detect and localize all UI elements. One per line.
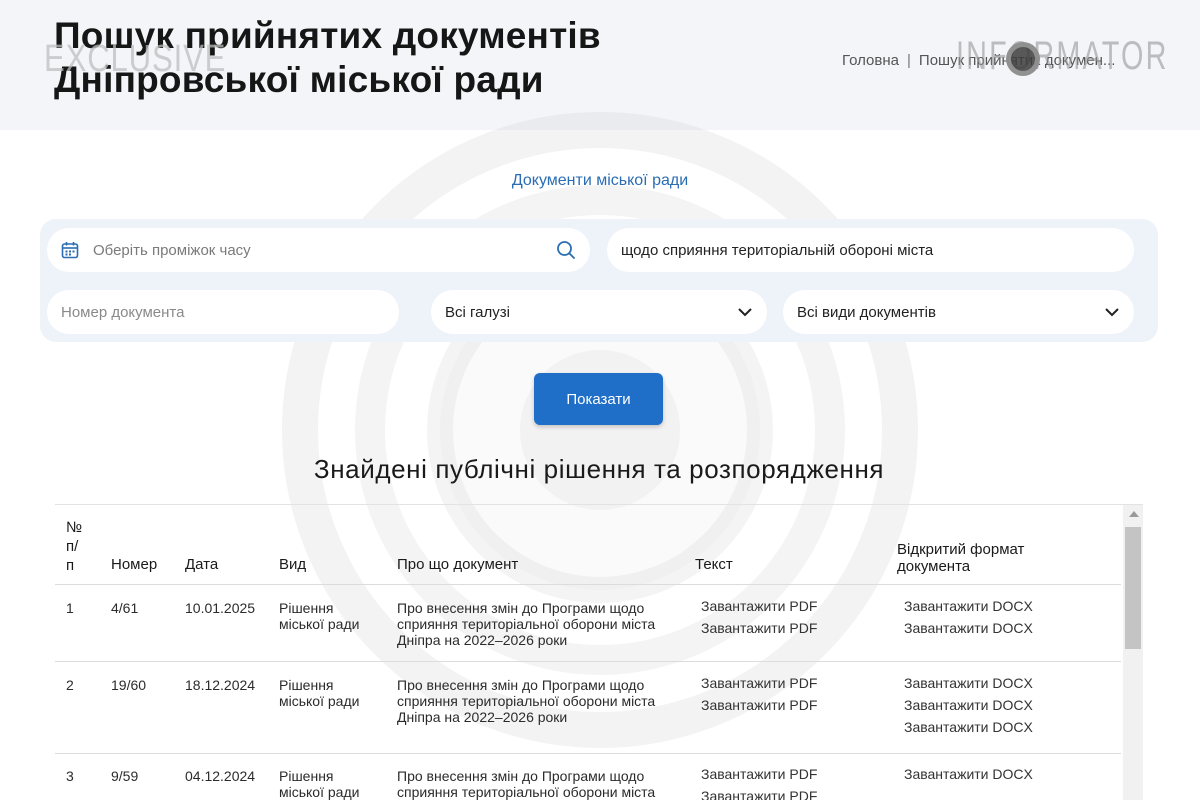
table-header: № п/ п Номер Дата Вид Про що документ Те… — [55, 505, 1121, 585]
row-text-links: Завантажити PDF Завантажити PDF — [701, 595, 817, 639]
city-council-documents-link[interactable]: Документи міської ради — [0, 172, 1200, 190]
breadcrumb-separator: | — [907, 52, 911, 69]
row-kind: Рішення міської ради — [279, 768, 359, 800]
row-date: 04.12.2024 — [185, 768, 256, 784]
download-pdf-link[interactable]: Завантажити PDF — [701, 672, 817, 694]
row-about: Про внесення змін до Програми щодо сприя… — [397, 600, 655, 648]
row-kind-line-1: Рішення — [279, 677, 334, 693]
column-header-date: Дата — [185, 556, 219, 573]
search-query-value: щодо сприяння територіальній обороні міс… — [621, 241, 934, 259]
city-council-documents-link-label[interactable]: Документи міської ради — [512, 172, 688, 189]
row-number: 19/60 — [111, 677, 147, 693]
column-header-index-line-2: п/ — [66, 538, 79, 555]
row-index: 1 — [66, 600, 74, 616]
column-header-open-format-line-1: Відкритий формат — [897, 541, 1025, 558]
chevron-down-icon — [738, 308, 752, 317]
row-index: 2 — [66, 677, 74, 693]
download-pdf-link[interactable]: Завантажити PDF — [701, 694, 817, 716]
download-docx-link[interactable]: Завантажити DOCX — [904, 617, 1033, 639]
download-pdf-link[interactable]: Завантажити PDF — [701, 763, 817, 785]
branch-select[interactable]: Всі галузі — [431, 290, 767, 334]
scrollbar-thumb[interactable] — [1125, 527, 1141, 649]
date-range-field[interactable]: Оберіть проміжок часу — [47, 228, 590, 272]
document-number-input[interactable]: Номер документа — [47, 290, 399, 334]
results-table[interactable]: № п/ п Номер Дата Вид Про що документ Те… — [55, 504, 1143, 800]
column-header-index-line-3: п — [66, 557, 75, 574]
date-range-placeholder: Оберіть проміжок часу — [93, 241, 251, 259]
row-about: Про внесення змін до Програми щодо сприя… — [397, 677, 655, 725]
scroll-up-arrow-icon[interactable] — [1129, 511, 1139, 517]
column-header-number: Номер — [111, 556, 158, 573]
row-about-line-3: Дніпра на 2022–2026 роки — [397, 709, 568, 725]
chevron-down-icon — [1105, 308, 1119, 317]
row-text-links: Завантажити PDF Завантажити PDF — [701, 763, 817, 800]
row-number: 9/59 — [111, 768, 139, 784]
download-pdf-link[interactable]: Завантажити PDF — [701, 617, 817, 639]
calendar-icon — [61, 242, 79, 259]
show-button[interactable]: Показати — [534, 373, 663, 425]
informator-eye-icon — [1006, 42, 1040, 76]
row-about-line-2: сприяння територіальної оборони міста — [397, 693, 656, 709]
download-docx-link[interactable]: Завантажити DOCX — [904, 672, 1033, 694]
results-title: Знайдені публічні рішення та розпоряджен… — [313, 454, 885, 484]
search-query-input[interactable]: щодо сприяння територіальній обороні міс… — [607, 228, 1134, 272]
row-date: 10.01.2025 — [185, 600, 256, 616]
row-kind-line-1: Рішення — [279, 768, 334, 784]
row-open-format-links: Завантажити DOCX Завантажити DOCX Завант… — [904, 672, 1033, 738]
row-index: 3 — [66, 768, 74, 784]
branch-select-value: Всі галузі — [445, 303, 510, 321]
column-header-open-format: Відкритий формат документа — [897, 541, 1024, 575]
row-date: 18.12.2024 — [185, 677, 256, 693]
table-row: 1 4/61 10.01.2025 Рішення міської ради П… — [55, 586, 1121, 662]
document-type-select[interactable]: Всі види документів — [783, 290, 1134, 334]
column-header-about: Про що документ — [397, 556, 519, 573]
document-type-select-value: Всі види документів — [797, 303, 936, 321]
column-header-index-line-1: № — [66, 519, 83, 536]
show-button-label: Показати — [566, 390, 631, 408]
download-docx-link[interactable]: Завантажити DOCX — [904, 716, 1033, 738]
column-header-open-format-line-2: документа — [897, 558, 971, 575]
table-row: 3 9/59 04.12.2024 Рішення міської ради П… — [55, 755, 1121, 800]
download-docx-link[interactable]: Завантажити DOCX — [904, 694, 1033, 716]
row-about-line-2: сприяння територіальної оборони міста — [397, 616, 656, 632]
row-open-format-links: Завантажити DOCX — [904, 763, 1033, 785]
row-kind: Рішення міської ради — [279, 600, 359, 632]
row-open-format-links: Завантажити DOCX Завантажити DOCX — [904, 595, 1033, 639]
column-header-kind: Вид — [279, 556, 307, 573]
row-about-line-2: сприяння територіальної оборони міста — [397, 784, 656, 800]
informator-watermark: INFORMATOR — [956, 34, 1169, 78]
column-header-text: Текст — [695, 556, 733, 573]
row-about: Про внесення змін до Програми щодо сприя… — [397, 768, 655, 800]
column-header-index: № п/ п — [66, 519, 82, 574]
table-row: 2 19/60 18.12.2024 Рішення міської ради … — [55, 663, 1121, 754]
exclusive-watermark: EXCLUSIVE — [44, 38, 227, 80]
row-kind-line-2: міської ради — [279, 693, 360, 709]
search-icon[interactable] — [556, 240, 576, 260]
download-docx-link[interactable]: Завантажити DOCX — [904, 763, 1033, 785]
breadcrumb-home-link[interactable]: Головна — [842, 52, 899, 69]
row-about-line-1: Про внесення змін до Програми щодо — [397, 768, 645, 784]
download-docx-link[interactable]: Завантажити DOCX — [904, 595, 1033, 617]
download-pdf-link[interactable]: Завантажити PDF — [701, 785, 817, 800]
row-about-line-1: Про внесення змін до Програми щодо — [397, 600, 645, 616]
row-kind-line-2: міської ради — [279, 784, 360, 800]
row-text-links: Завантажити PDF Завантажити PDF — [701, 672, 817, 716]
download-pdf-link[interactable]: Завантажити PDF — [701, 595, 817, 617]
row-kind-line-2: міської ради — [279, 616, 360, 632]
table-scrollbar[interactable] — [1123, 505, 1143, 800]
row-about-line-1: Про внесення змін до Програми щодо — [397, 677, 645, 693]
document-number-placeholder: Номер документа — [61, 303, 185, 321]
row-kind: Рішення міської ради — [279, 677, 359, 709]
row-number: 4/61 — [111, 600, 139, 616]
row-kind-line-1: Рішення — [279, 600, 334, 616]
row-about-line-3: Дніпра на 2022–2026 роки — [397, 632, 568, 648]
